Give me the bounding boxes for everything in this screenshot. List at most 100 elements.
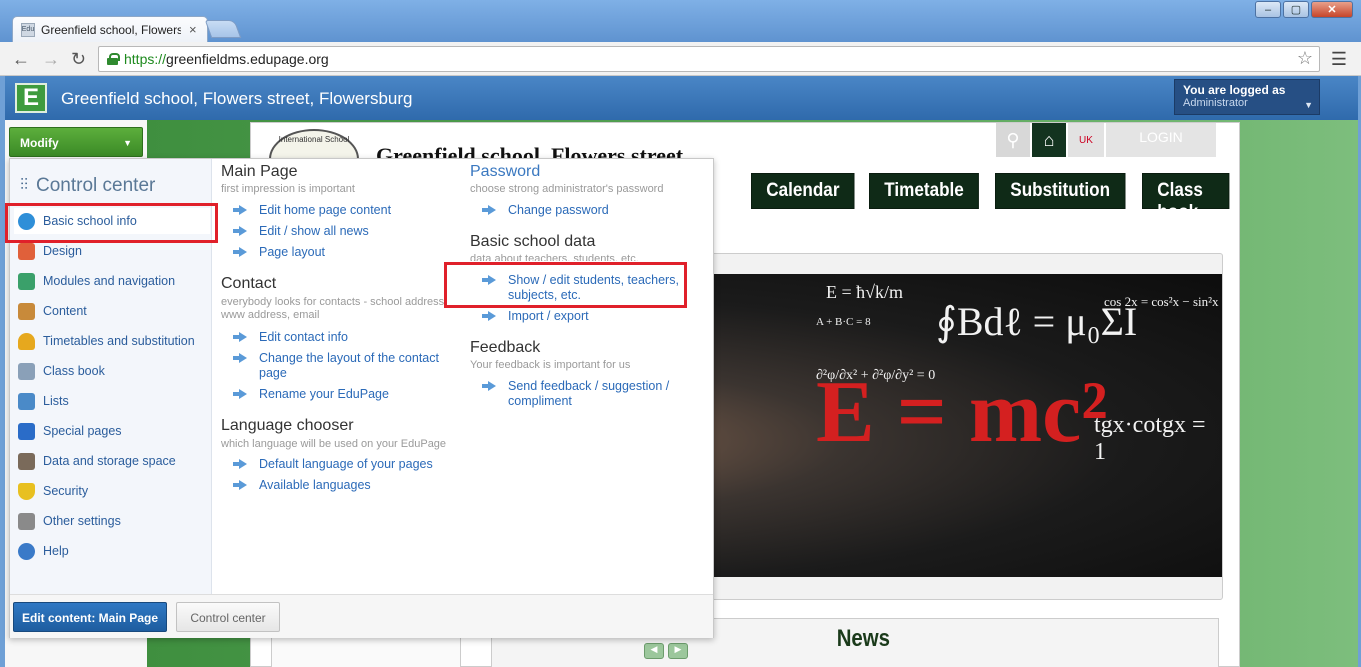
- link-default-language[interactable]: Default language of your pages: [233, 457, 433, 472]
- sidebar-item-help[interactable]: Help: [14, 538, 210, 564]
- sidebar-item-data-storage[interactable]: Data and storage space: [14, 448, 210, 474]
- modules-icon: [18, 272, 35, 290]
- lock-icon: [107, 53, 120, 65]
- sidebar-item-content[interactable]: Content: [14, 298, 210, 324]
- modify-button[interactable]: Modify ▼: [9, 127, 143, 157]
- control-center-button[interactable]: Control center: [176, 602, 280, 632]
- sidebar-item-label: Security: [43, 484, 89, 498]
- control-center-title: Control center: [36, 175, 156, 196]
- close-tab-icon[interactable]: ×: [189, 22, 197, 37]
- link-contact-layout[interactable]: Change the layout of the contact page: [233, 351, 443, 381]
- language-flag-button[interactable]: UK: [1068, 123, 1104, 157]
- link-label: Edit home page content: [259, 203, 392, 217]
- chevron-down-icon: ▼: [1304, 100, 1313, 110]
- link-label: Import / export: [508, 309, 589, 323]
- section-title-language: Language chooser: [221, 417, 354, 434]
- highlight-box-basic-school-info: [5, 203, 218, 243]
- link-page-layout[interactable]: Page layout: [233, 245, 325, 260]
- sidebar-item-special-pages[interactable]: Special pages: [14, 418, 210, 444]
- link-change-password[interactable]: Change password: [482, 203, 609, 218]
- nav-class-book[interactable]: Class book: [1142, 173, 1230, 223]
- section-title-main-page: Main Page: [221, 163, 298, 180]
- sidebar-item-other-settings[interactable]: Other settings: [14, 508, 210, 534]
- highlight-box-edit-students: [444, 262, 687, 308]
- address-bar[interactable]: https:// greenfieldms.edupage.org ☆: [98, 46, 1320, 72]
- storage-icon: [18, 452, 35, 470]
- maximize-button[interactable]: ▢: [1283, 1, 1309, 18]
- help-icon: [18, 542, 35, 560]
- book-icon: [18, 362, 35, 380]
- control-center-footer: Edit content: Main Page Control center: [10, 594, 713, 638]
- close-window-button[interactable]: ✕: [1311, 1, 1353, 18]
- sidebar-item-label: Design: [43, 244, 82, 258]
- browser-tab[interactable]: Edu Greenfield school, Flowers st ×: [12, 16, 208, 42]
- arrow-right-icon: [233, 205, 247, 215]
- sidebar-item-label: Other settings: [43, 514, 121, 528]
- home-button[interactable]: ⌂: [1032, 123, 1066, 157]
- search-button[interactable]: ⚲: [996, 123, 1030, 157]
- link-edit-contact-info[interactable]: Edit contact info: [233, 330, 348, 345]
- arrow-right-icon: [233, 389, 247, 399]
- new-tab-button[interactable]: [204, 20, 242, 38]
- reload-icon[interactable]: ↻: [71, 49, 86, 70]
- sidebar-item-timetables[interactable]: Timetables and substitution: [14, 328, 210, 354]
- link-rename-edupage[interactable]: Rename your EduPage: [233, 387, 389, 402]
- link-send-feedback[interactable]: Send feedback / suggestion / compliment: [482, 379, 692, 409]
- link-edit-home-page[interactable]: Edit home page content: [233, 203, 391, 218]
- edit-main-page-button[interactable]: Edit content: Main Page: [13, 602, 167, 632]
- minimize-button[interactable]: –: [1255, 1, 1281, 18]
- palette-icon: [18, 242, 35, 260]
- hero-scribble: E = ħ√k/m: [826, 282, 904, 302]
- section-title-basic-data: Basic school data: [470, 233, 596, 250]
- hero-scribble: cos 2x = cos²x − sin²x: [1104, 294, 1219, 309]
- browser-menu-icon[interactable]: ☰: [1331, 49, 1347, 70]
- sidebar-item-label: Class book: [43, 364, 105, 378]
- sidebar-item-label: Data and storage space: [43, 454, 176, 468]
- link-label: Edit contact info: [259, 330, 348, 344]
- hero-scribble: A + B·C = 8: [816, 316, 871, 328]
- logged-role: Administrator: [1183, 97, 1248, 109]
- nav-calendar[interactable]: Calendar: [751, 173, 855, 209]
- link-available-languages[interactable]: Available languages: [233, 478, 371, 493]
- arrow-right-icon: [233, 353, 247, 363]
- search-icon: ⚲: [1006, 129, 1020, 150]
- forward-arrow-icon[interactable]: →: [42, 49, 60, 70]
- control-center-header: ⫶⫶ Control center: [20, 175, 155, 197]
- section-desc: data about teachers, students, etc.: [470, 253, 639, 261]
- home-icon: ⌂: [1043, 129, 1055, 150]
- news-next-button[interactable]: ▶: [668, 643, 688, 659]
- control-center-content: Main Page first impression is important …: [213, 159, 713, 594]
- login-button[interactable]: LOGIN: [1106, 123, 1216, 157]
- back-arrow-icon[interactable]: ←: [12, 49, 30, 70]
- bookmark-star-icon[interactable]: ☆: [1297, 48, 1313, 69]
- link-label: Change the layout of the contact page: [259, 351, 439, 380]
- sidebar-item-class-book[interactable]: Class book: [14, 358, 210, 384]
- link-label: Page layout: [259, 245, 326, 259]
- tab-title: Greenfield school, Flowers st: [41, 22, 181, 37]
- arrow-right-icon: [482, 311, 496, 321]
- nav-substitution[interactable]: Substitution: [994, 173, 1126, 209]
- sidebar-item-label: Lists: [43, 394, 69, 408]
- sidebar-item-security[interactable]: Security: [14, 478, 210, 504]
- arrow-right-icon: [233, 226, 247, 236]
- list-icon: [18, 392, 35, 410]
- link-label: Rename your EduPage: [259, 387, 389, 401]
- sidebar-item-lists[interactable]: Lists: [14, 388, 210, 414]
- section-title-password: Password: [470, 163, 541, 180]
- sidebar-item-label: Modules and navigation: [43, 274, 176, 288]
- sidebar-item-modules[interactable]: Modules and navigation: [14, 268, 210, 294]
- edupage-logo[interactable]: E: [15, 83, 47, 113]
- url-scheme: https://: [124, 51, 167, 67]
- link-label: Change password: [508, 203, 609, 217]
- link-label: Available languages: [259, 478, 371, 492]
- logged-user-dropdown[interactable]: You are logged as Administrator ▼: [1174, 79, 1320, 115]
- nav-timetable[interactable]: Timetable: [869, 173, 980, 209]
- sidebar-item-label: Special pages: [43, 424, 122, 438]
- hero-equation: E = mc²: [816, 364, 1108, 461]
- link-import-export[interactable]: Import / export: [482, 309, 589, 324]
- header-title: Greenfield school, Flowers street, Flowe…: [61, 89, 413, 108]
- arrow-right-icon: [482, 381, 496, 391]
- link-edit-news[interactable]: Edit / show all news: [233, 224, 369, 239]
- tools-icon: [18, 512, 35, 530]
- news-prev-button[interactable]: ◀: [644, 643, 664, 659]
